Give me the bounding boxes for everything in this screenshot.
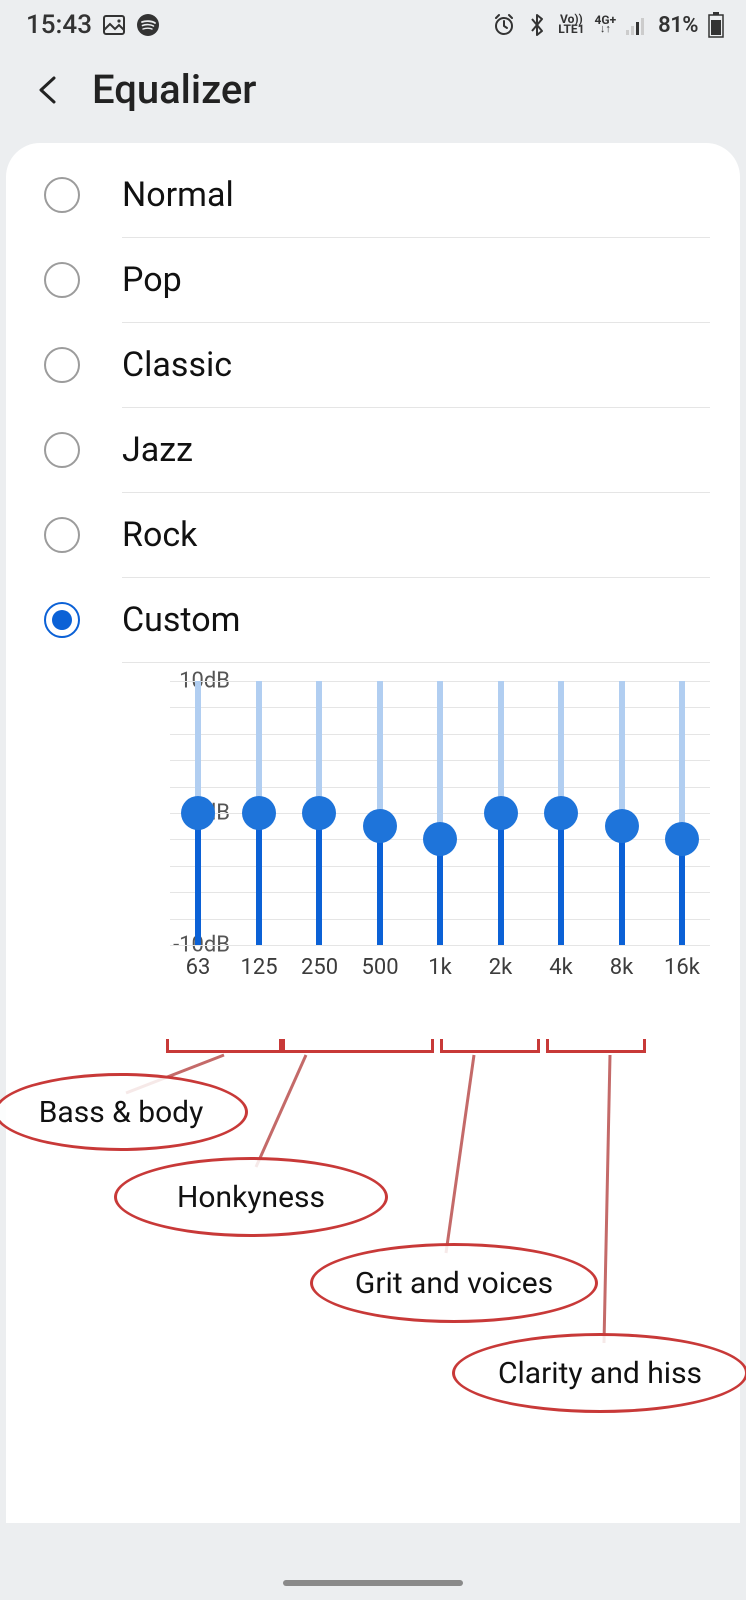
freq-label: 4k xyxy=(543,955,579,980)
freq-label: 1k xyxy=(422,955,458,980)
bracket-4 xyxy=(546,1039,646,1053)
equalizer-graph: 10dB 0dB -10dB 631252505001k2k4k8k16k xyxy=(92,681,710,980)
eq-slider-8k[interactable] xyxy=(604,681,640,945)
settings-card: NormalPopClassicJazzRockCustom 10dB 0dB … xyxy=(6,143,740,1523)
preset-row-pop[interactable]: Pop xyxy=(6,238,740,322)
bracket-2 xyxy=(282,1039,434,1053)
clock-text: 15:43 xyxy=(26,10,92,40)
back-icon[interactable] xyxy=(34,75,64,105)
preset-radio[interactable] xyxy=(44,262,80,298)
freq-label: 8k xyxy=(604,955,640,980)
preset-label: Pop xyxy=(122,260,182,300)
eq-slider-250[interactable] xyxy=(301,681,337,945)
preset-row-normal[interactable]: Normal xyxy=(6,153,740,237)
eq-slider-4k[interactable] xyxy=(543,681,579,945)
network-4g-label: 4G+ ↓↑ xyxy=(595,16,617,34)
bubble-grit: Grit and voices xyxy=(310,1243,598,1323)
freq-label: 63 xyxy=(180,955,216,980)
preset-radio[interactable] xyxy=(44,432,80,468)
battery-text: 81% xyxy=(658,13,698,38)
eq-slider-1k[interactable] xyxy=(422,681,458,945)
preset-row-jazz[interactable]: Jazz xyxy=(6,408,740,492)
bracket-3 xyxy=(440,1039,540,1053)
bubble-clarity: Clarity and hiss xyxy=(452,1333,746,1413)
home-indicator xyxy=(283,1580,463,1586)
preset-label: Classic xyxy=(122,345,232,385)
freq-label: 250 xyxy=(301,955,337,980)
gallery-icon xyxy=(102,13,126,37)
divider xyxy=(122,662,710,663)
preset-radio[interactable] xyxy=(44,602,80,638)
status-bar: 15:43 Vo)) LTE1 4G+ ↓↑ 81% xyxy=(0,0,746,44)
bubble-bass: Bass & body xyxy=(0,1073,248,1151)
preset-row-classic[interactable]: Classic xyxy=(6,323,740,407)
preset-radio[interactable] xyxy=(44,177,80,213)
preset-label: Rock xyxy=(122,515,197,555)
eq-slider-125[interactable] xyxy=(241,681,277,945)
freq-label: 125 xyxy=(241,955,277,980)
preset-radio[interactable] xyxy=(44,347,80,383)
freq-label: 2k xyxy=(483,955,519,980)
bubble-honky: Honkyness xyxy=(114,1157,388,1237)
bluetooth-icon xyxy=(526,13,548,37)
battery-icon xyxy=(708,12,724,38)
freq-label: 16k xyxy=(664,955,700,980)
network-label-stack: Vo)) LTE1 xyxy=(558,15,584,34)
preset-row-custom[interactable]: Custom xyxy=(6,578,740,662)
preset-label: Jazz xyxy=(122,430,193,470)
freq-label: 500 xyxy=(362,955,398,980)
app-header: Equalizer xyxy=(0,44,746,143)
preset-label: Custom xyxy=(122,600,240,640)
eq-slider-2k[interactable] xyxy=(483,681,519,945)
spotify-icon xyxy=(136,13,160,37)
eq-slider-500[interactable] xyxy=(362,681,398,945)
bracket-1 xyxy=(166,1039,282,1053)
preset-label: Normal xyxy=(122,175,234,215)
alarm-icon xyxy=(492,13,516,37)
preset-row-rock[interactable]: Rock xyxy=(6,493,740,577)
eq-slider-63[interactable] xyxy=(180,681,216,945)
signal-icon xyxy=(626,15,648,35)
preset-radio[interactable] xyxy=(44,517,80,553)
page-title: Equalizer xyxy=(92,66,256,113)
eq-slider-16k[interactable] xyxy=(664,681,700,945)
